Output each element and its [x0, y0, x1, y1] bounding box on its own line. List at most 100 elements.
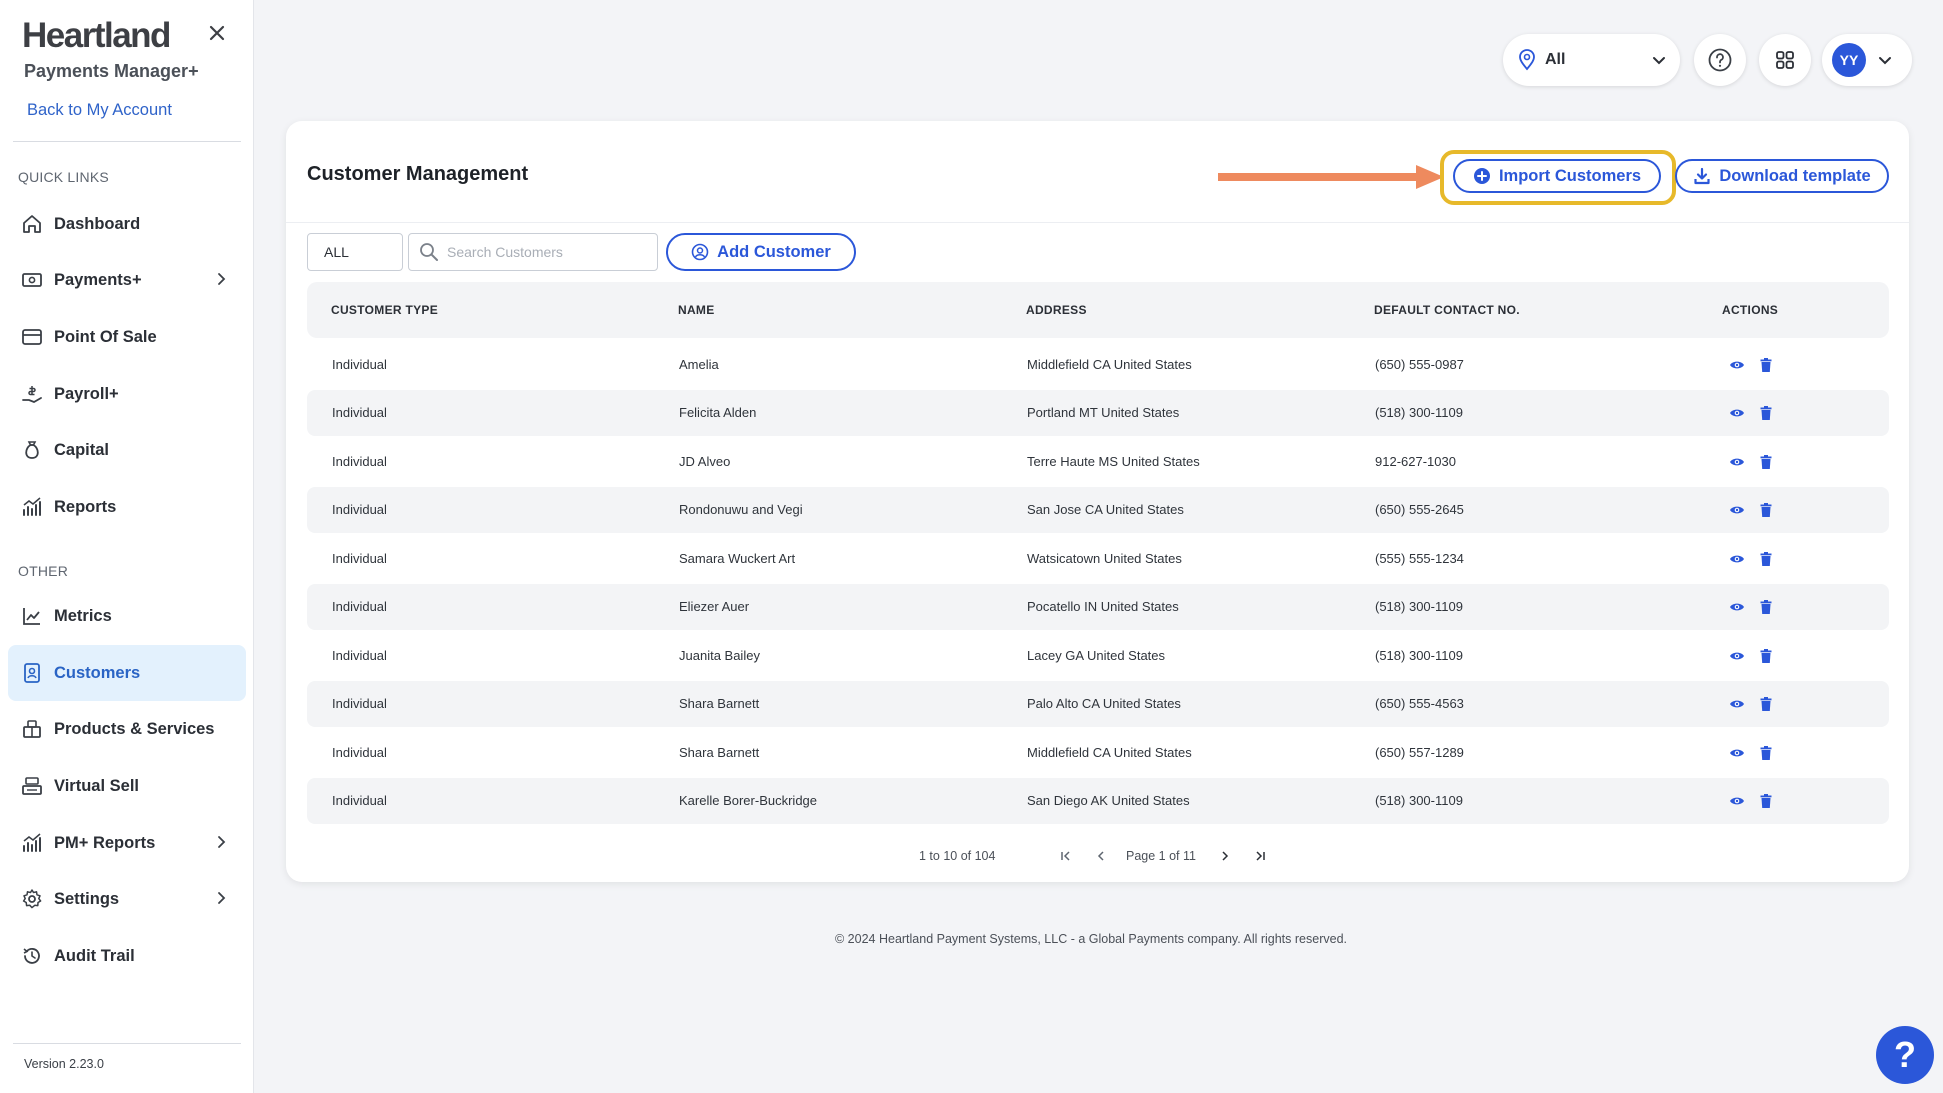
next-page-icon[interactable]	[1217, 848, 1233, 864]
download-icon	[1693, 167, 1711, 185]
column-header-customer-type[interactable]: CUSTOMER TYPE	[331, 303, 438, 317]
cell-address: Portland MT United States	[1027, 405, 1180, 420]
sidebar-item-label: Payments+	[54, 270, 142, 289]
cell-address: Terre Haute MS United States	[1027, 454, 1200, 469]
view-eye-icon[interactable]	[1728, 695, 1746, 713]
cell-address: Middlefield CA United States	[1027, 357, 1192, 372]
cell-address: San Diego AK United States	[1027, 793, 1190, 808]
page-title: Customer Management	[307, 163, 529, 185]
column-header-name[interactable]: NAME	[678, 303, 715, 317]
cell-address: Watsicatown United States	[1027, 551, 1182, 566]
sidebar-item-metrics[interactable]: Metrics	[8, 588, 246, 644]
view-eye-icon[interactable]	[1728, 404, 1746, 422]
delete-trash-icon[interactable]	[1757, 792, 1775, 810]
user-circle-icon	[691, 243, 709, 261]
payments-icon	[20, 268, 44, 292]
view-eye-icon[interactable]	[1728, 501, 1746, 519]
delete-trash-icon[interactable]	[1757, 404, 1775, 422]
column-header-contact[interactable]: DEFAULT CONTACT NO.	[1374, 303, 1520, 317]
view-eye-icon[interactable]	[1728, 744, 1746, 762]
delete-trash-icon[interactable]	[1757, 695, 1775, 713]
cell-customer-type: Individual	[332, 793, 387, 808]
sidebar-item-customers[interactable]: Customers	[8, 645, 246, 701]
sidebar-item-label: Audit Trail	[54, 946, 135, 965]
customer-type-filter[interactable]: ALL	[307, 233, 403, 271]
cell-name: Amelia	[679, 357, 719, 372]
import-customers-label: Import Customers	[1498, 166, 1642, 185]
delete-trash-icon[interactable]	[1757, 453, 1775, 471]
view-eye-icon[interactable]	[1728, 647, 1746, 665]
apps-grid-icon	[1774, 49, 1796, 71]
sidebar-item-settings[interactable]: Settings	[8, 871, 246, 927]
cell-name: Shara Barnett	[679, 696, 760, 711]
sidebar-item-dashboard[interactable]: Dashboard	[8, 196, 246, 252]
register-icon	[20, 774, 44, 798]
column-header-address[interactable]: ADDRESS	[1026, 303, 1087, 317]
cell-customer-type: Individual	[332, 599, 387, 614]
search-input[interactable]	[447, 244, 647, 260]
cell-customer-type: Individual	[332, 502, 387, 517]
other-label: OTHER	[18, 563, 68, 579]
sidebar-item-label: Payroll+	[54, 384, 119, 403]
view-eye-icon[interactable]	[1728, 453, 1746, 471]
table-row: Individual Juanita Bailey Lacey GA Unite…	[307, 633, 1889, 679]
sidebar-item-reports[interactable]: Reports	[8, 479, 246, 535]
delete-trash-icon[interactable]	[1757, 598, 1775, 616]
sidebar-item-products-services[interactable]: Products & Services	[8, 701, 246, 757]
reports-icon	[20, 495, 44, 519]
last-page-icon[interactable]	[1252, 848, 1268, 864]
location-select[interactable]: All	[1503, 34, 1680, 86]
previous-page-icon[interactable]	[1093, 848, 1109, 864]
sidebar-item-capital[interactable]: Capital	[8, 422, 246, 478]
delete-trash-icon[interactable]	[1757, 356, 1775, 374]
delete-trash-icon[interactable]	[1757, 550, 1775, 568]
sidebar-item-point-of-sale[interactable]: Point Of Sale	[8, 309, 246, 365]
brand-logo: Heartland	[22, 16, 171, 55]
cell-name: Shara Barnett	[679, 745, 760, 760]
search-field[interactable]	[408, 233, 658, 271]
help-button[interactable]	[1694, 34, 1746, 86]
cell-contact: (518) 300-1109	[1375, 793, 1463, 808]
delete-trash-icon[interactable]	[1757, 647, 1775, 665]
history-icon	[20, 944, 44, 968]
card-icon	[20, 325, 44, 349]
first-page-icon[interactable]	[1058, 848, 1074, 864]
sidebar-item-virtual-sell[interactable]: Virtual Sell	[8, 758, 246, 814]
back-to-account-link[interactable]: Back to My Account	[27, 101, 172, 120]
sidebar-divider	[13, 1043, 241, 1044]
import-customers-button[interactable]: Import Customers	[1453, 159, 1661, 193]
delete-trash-icon[interactable]	[1757, 744, 1775, 762]
download-template-button[interactable]: Download template	[1675, 159, 1889, 193]
sidebar-item-pm-reports[interactable]: PM+ Reports	[8, 815, 246, 871]
cell-contact: (555) 555-1234	[1375, 551, 1464, 566]
product-name: Payments Manager+	[24, 61, 199, 81]
close-icon[interactable]	[206, 22, 228, 44]
sidebar-item-payments[interactable]: Payments+	[8, 252, 246, 308]
cell-contact: 912-627-1030	[1375, 454, 1456, 469]
apps-button[interactable]	[1759, 34, 1811, 86]
view-eye-icon[interactable]	[1728, 598, 1746, 616]
cell-address: Middlefield CA United States	[1027, 745, 1192, 760]
cell-address: Pocatello IN United States	[1027, 599, 1179, 614]
download-template-label: Download template	[1719, 166, 1871, 185]
sidebar-item-label: Settings	[54, 889, 120, 908]
view-eye-icon[interactable]	[1728, 356, 1746, 374]
products-icon	[20, 717, 44, 741]
sidebar-item-label: Dashboard	[54, 214, 141, 233]
cell-address: Lacey GA United States	[1027, 648, 1166, 663]
sidebar-item-payroll[interactable]: Payroll+	[8, 366, 246, 422]
avatar: YY	[1832, 43, 1866, 77]
table-row: Individual Shara Barnett Palo Alto CA Un…	[307, 681, 1889, 727]
sidebar-item-audit-trail[interactable]: Audit Trail	[8, 928, 246, 984]
cell-contact: (650) 557-1289	[1375, 745, 1464, 760]
delete-trash-icon[interactable]	[1757, 501, 1775, 519]
view-eye-icon[interactable]	[1728, 792, 1746, 810]
help-chat-button[interactable]: ?	[1876, 1026, 1934, 1084]
table-row: Individual Karelle Borer-Buckridge San D…	[307, 778, 1889, 824]
header-divider	[286, 222, 1909, 223]
add-customer-button[interactable]: Add Customer	[666, 233, 856, 271]
view-eye-icon[interactable]	[1728, 550, 1746, 568]
location-value: All	[1545, 51, 1566, 68]
user-menu[interactable]: YY	[1822, 34, 1912, 86]
cell-name: Samara Wuckert Art	[679, 551, 796, 566]
